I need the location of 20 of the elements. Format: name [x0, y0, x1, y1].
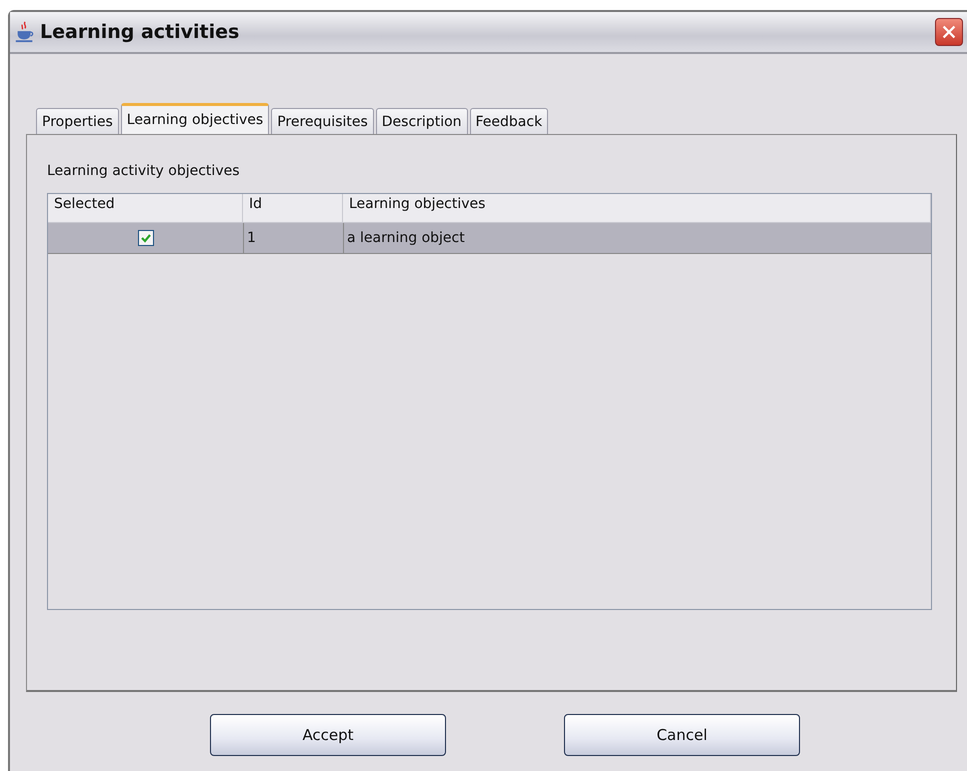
column-header[interactable]: Selected: [48, 194, 243, 222]
dialog-button[interactable]: Cancel: [564, 714, 800, 756]
window-title: Learning activities: [40, 21, 240, 43]
tab[interactable]: Feedback: [470, 108, 548, 134]
table-cell: a learning object: [343, 223, 931, 253]
table-row[interactable]: 1 a learning object: [48, 223, 931, 254]
coffee-cup-icon: [14, 21, 36, 43]
column-header[interactable]: Id: [243, 194, 343, 222]
checkbox[interactable]: [138, 230, 154, 246]
tab[interactable]: Description: [376, 108, 468, 134]
dialog-button[interactable]: Accept: [210, 714, 446, 756]
section-label: Learning activity objectives: [47, 163, 241, 179]
check-icon: [140, 232, 152, 244]
close-button[interactable]: [935, 18, 963, 46]
tab[interactable]: Properties: [36, 108, 119, 134]
tab[interactable]: Learning objectives: [120, 103, 270, 134]
close-icon: [940, 23, 958, 41]
column-header[interactable]: Learning objectives: [343, 194, 931, 222]
tab[interactable]: Prerequisites: [271, 108, 374, 134]
table-cell: 1: [243, 223, 343, 253]
